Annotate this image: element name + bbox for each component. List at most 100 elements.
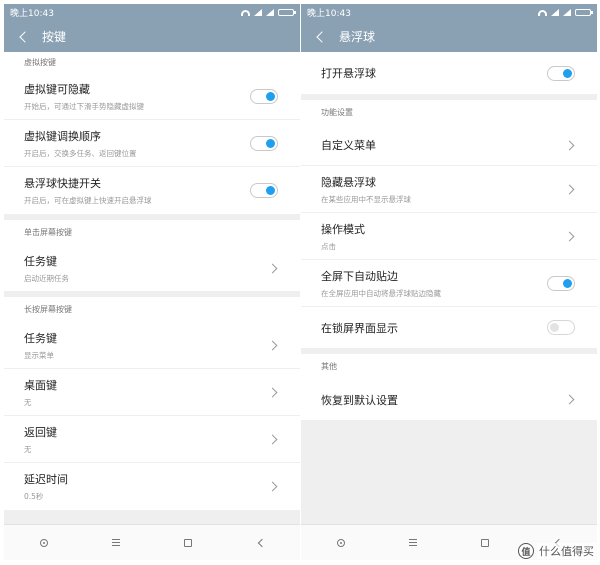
row-texts: 延迟时间 0.5秒 (24, 471, 269, 502)
back-button[interactable] (248, 531, 272, 555)
setting-row-task-key-long[interactable]: 任务键 显示菜单 (4, 322, 300, 369)
setting-row-custom-menu[interactable]: 自定义菜单 (301, 125, 597, 166)
home-button[interactable] (473, 531, 497, 555)
setting-row-hideable[interactable]: 虚拟键可隐藏 开始后，可通过下滑手势隐藏虚拟键 (4, 73, 300, 120)
toggle-switch[interactable] (547, 320, 575, 335)
row-title: 自定义菜单 (321, 139, 376, 152)
assistant-icon (40, 538, 48, 547)
battery-icon (278, 9, 296, 16)
setting-row-hide-float-ball[interactable]: 隐藏悬浮球 在某些应用中不显示悬浮球 (301, 166, 597, 213)
row-texts: 操作模式 点击 (321, 221, 566, 252)
toggle-knob (266, 91, 275, 101)
row-title: 隐藏悬浮球 (321, 175, 376, 189)
chevron-right-icon (564, 184, 575, 194)
row-subtitle: 显示菜单 (24, 350, 54, 360)
setting-row-auto-edge[interactable]: 全屏下自动贴边 在全屏应用中自动将悬浮球贴边隐藏 (301, 260, 597, 307)
menu-icon (112, 539, 120, 546)
row-title: 任务键 (24, 254, 57, 268)
setting-row-float-ball-shortcut[interactable]: 悬浮球快捷开关 开启后，可在虚拟键上快速开启悬浮球 (4, 167, 300, 214)
toggle-switch[interactable] (547, 65, 575, 81)
row-subtitle: 开启后，可在虚拟键上快速开启悬浮球 (24, 196, 152, 205)
assistant-button[interactable] (32, 531, 56, 555)
row-texts: 虚拟键调换顺序 开启后，交换多任务、返回键位置 (24, 128, 250, 159)
row-texts: 隐藏悬浮球 在某些应用中不显示悬浮球 (321, 174, 566, 205)
setting-row-restore-default[interactable]: 恢复到默认设置 (301, 379, 597, 420)
chevron-right-icon (267, 387, 278, 397)
status-time: 晚上10:43 (307, 9, 351, 19)
setting-row-operation-mode[interactable]: 操作模式 点击 (301, 213, 597, 260)
row-title: 任务键 (24, 331, 57, 345)
toggle-knob (563, 68, 572, 78)
chevron-right-icon (267, 340, 278, 350)
status-icons (538, 9, 593, 16)
home-button[interactable] (176, 531, 200, 555)
chevron-right-icon (564, 140, 575, 150)
row-title: 打开悬浮球 (321, 67, 376, 80)
row-texts: 任务键 启动近期任务 (24, 253, 269, 284)
setting-row-back-key-long[interactable]: 返回键 无 (4, 416, 300, 463)
row-title: 悬浮球快捷开关 (24, 177, 101, 190)
row-title: 返回键 (24, 425, 57, 439)
section-label-virtual-keys: 虚拟按键 (4, 52, 300, 73)
row-title: 虚拟键可隐藏 (24, 82, 90, 96)
signal-icon (254, 9, 262, 16)
row-texts: 任务键 显示菜单 (24, 330, 269, 361)
setting-row-swap-order[interactable]: 虚拟键调换顺序 开启后，交换多任务、返回键位置 (4, 120, 300, 167)
row-texts: 虚拟键可隐藏 开始后，可通过下滑手势隐藏虚拟键 (24, 81, 250, 112)
watermark-logo: 值 (518, 543, 534, 559)
section-label-function: 功能设置 (301, 100, 597, 125)
row-subtitle: 在全屏应用中自动将悬浮球贴边隐藏 (321, 288, 441, 298)
row-texts: 悬浮球快捷开关 开启后，可在虚拟键上快速开启悬浮球 (24, 175, 250, 206)
page-title: 按键 (42, 30, 67, 44)
setting-row-delay-time[interactable]: 延迟时间 0.5秒 (4, 463, 300, 510)
toggle-knob (266, 186, 275, 195)
row-texts: 全屏下自动贴边 在全屏应用中自动将悬浮球贴边隐藏 (321, 268, 547, 299)
row-texts: 桌面键 无 (24, 377, 269, 408)
toggle-switch[interactable] (250, 88, 278, 104)
wifi-icon (241, 9, 250, 16)
menu-button[interactable] (104, 531, 128, 555)
row-texts: 自定义菜单 (321, 137, 566, 153)
row-subtitle: 在某些应用中不显示悬浮球 (321, 194, 411, 204)
row-subtitle: 点击 (321, 241, 336, 251)
chevron-right-icon (564, 231, 575, 241)
signal-icon-2 (563, 9, 571, 16)
row-title: 桌面键 (24, 378, 57, 392)
menu-button[interactable] (401, 531, 425, 555)
row-title: 虚拟键调换顺序 (24, 129, 101, 143)
toggle-switch[interactable] (547, 275, 575, 291)
back-arrow-icon[interactable] (12, 26, 34, 48)
wifi-icon (538, 9, 547, 16)
status-bar: 晚上10:43 (301, 4, 597, 21)
assistant-icon (337, 538, 345, 547)
row-texts: 恢复到默认设置 (321, 392, 566, 408)
signal-icon-2 (266, 9, 274, 16)
row-subtitle: 无 (24, 397, 32, 407)
status-bar: 晚上10:43 (4, 4, 300, 21)
row-title: 操作模式 (321, 222, 365, 236)
home-icon (184, 538, 192, 547)
setting-row-home-key-long[interactable]: 桌面键 无 (4, 369, 300, 416)
watermark-text: 什么值得买 (537, 543, 596, 559)
toggle-knob (550, 323, 559, 332)
back-icon (257, 538, 266, 547)
setting-row-open-float-ball[interactable]: 打开悬浮球 (301, 52, 597, 94)
toggle-switch[interactable] (250, 135, 278, 151)
back-arrow-icon[interactable] (309, 26, 331, 48)
row-texts: 打开悬浮球 (321, 65, 547, 81)
menu-icon (409, 539, 417, 546)
chevron-right-icon (564, 394, 575, 405)
nav-bar (4, 524, 300, 560)
row-texts: 在锁屏界面显示 (321, 320, 547, 336)
left-phone-screen: 晚上10:43 按键 虚拟按键 虚拟键可隐藏 开始后，可通过下滑手势隐藏虚拟键 … (4, 4, 300, 560)
assistant-button[interactable] (329, 531, 353, 555)
row-title: 延迟时间 (24, 473, 68, 486)
page-title: 悬浮球 (339, 30, 376, 44)
setting-row-task-key-tap[interactable]: 任务键 启动近期任务 (4, 245, 300, 291)
setting-row-lock-screen-show[interactable]: 在锁屏界面显示 (301, 307, 597, 348)
right-phone-screen: 晚上10:43 悬浮球 打开悬浮球 功能设置 自定义菜单 隐藏悬浮球 在某些应用… (301, 4, 597, 560)
watermark: 值 什么值得买 (518, 543, 596, 559)
section-label-long-press: 长按屏幕按键 (4, 297, 300, 322)
row-title: 全屏下自动贴边 (321, 269, 398, 283)
toggle-switch[interactable] (250, 183, 278, 198)
